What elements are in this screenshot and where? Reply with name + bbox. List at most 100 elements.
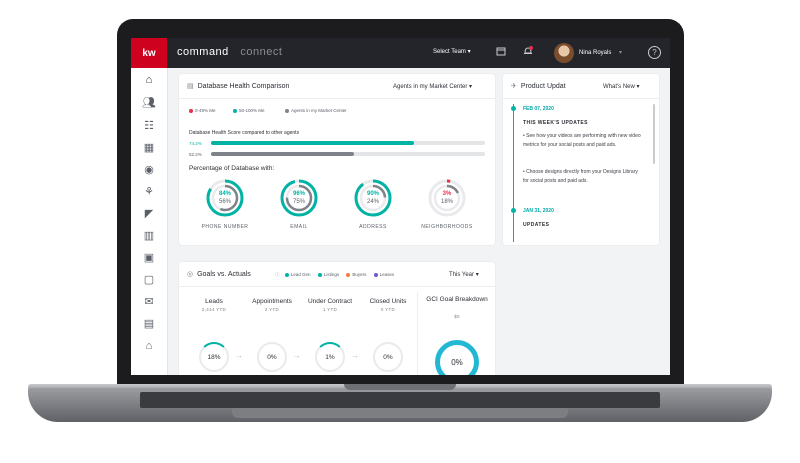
chevron-down-icon: ▾	[469, 84, 473, 90]
database-ring	[205, 178, 245, 218]
goals-title: ◎ Goals vs. Actuals	[187, 270, 251, 278]
gci-ring-pct: 0%	[451, 357, 463, 367]
goal-ring-pct: 0%	[383, 353, 393, 361]
user-name[interactable]: Nina Royals ▾	[579, 49, 622, 56]
ring-others-value: 56%	[218, 199, 231, 205]
goal-ring: 18%	[199, 342, 229, 372]
goal-column-sub: 2 YTD	[264, 307, 280, 312]
ring-label: PHONE NUMBER	[201, 224, 249, 230]
gray-dot-icon	[285, 108, 289, 113]
home-icon[interactable]: ⌂	[141, 72, 157, 88]
goal-ring: 0%	[257, 342, 287, 372]
image-icon[interactable]: ▣	[141, 250, 157, 266]
market-center-dropdown-label: Agents in my Market Center	[393, 84, 468, 90]
update-item-2: • Choose designs directly from your Desi…	[523, 169, 638, 184]
ring-me-value: 84%	[218, 191, 231, 197]
ring-me-value: 90%	[366, 191, 379, 197]
people-icon[interactable]: 👥︎	[141, 95, 157, 111]
teal-dot-icon	[284, 272, 289, 277]
goal-column-head: Leads	[205, 298, 223, 305]
user-avatar[interactable]	[554, 43, 574, 63]
chevron-down-icon: ▾	[619, 50, 623, 56]
gci-title: GCI Goal Breakdown	[426, 296, 488, 303]
agents-score-label: 52.2%	[189, 152, 202, 157]
ring-me-value: 3%	[442, 191, 452, 197]
divider	[179, 98, 495, 99]
calendar-icon[interactable]: ▦	[141, 140, 157, 156]
select-team-dropdown[interactable]: Select Team ▾	[433, 48, 471, 55]
certificate-icon[interactable]: ▤	[141, 316, 157, 332]
goal-column-head: Closed Units	[369, 298, 407, 305]
me-score-bar	[211, 141, 415, 145]
update-item-2-text: Choose designs directly from your Design…	[523, 169, 638, 184]
building-icon: ▤	[187, 83, 194, 90]
goal-column-head: Appointments	[252, 298, 292, 305]
arrow-right-icon: →	[351, 351, 359, 360]
update-item-1: • See how your videos are performing wit…	[523, 133, 641, 148]
legend-agents-label: Agents in my Market Center	[291, 108, 347, 113]
goals-title-text: Goals vs. Actuals	[197, 271, 251, 278]
update-date-2: JAN 31, 2020	[523, 208, 554, 214]
ring-others-value: 18%	[440, 199, 453, 205]
update-item-1-text: See how your videos are performing with …	[523, 133, 641, 148]
laptop-keyboard	[140, 392, 660, 408]
product-updates-card: ✈ Product Updat What's New ▾ FEB 07, 2020…	[503, 74, 659, 245]
handshake-icon[interactable]: ⚘	[141, 184, 157, 200]
database-ring	[353, 178, 393, 218]
legend-high: 50-100% Me	[233, 108, 265, 113]
teal-dot-icon	[233, 108, 237, 113]
database-health-card: ▤ Database Health Comparison Agents in my…	[179, 74, 495, 245]
update-heading-1: THIS WEEK'S UPDATES	[523, 120, 588, 126]
location-icon[interactable]: ◉	[141, 162, 157, 178]
goal-ring-pct: 1%	[325, 353, 335, 361]
brand-connect: connect	[240, 46, 283, 58]
house-dollar-icon[interactable]: ⌂	[141, 338, 157, 354]
year-dropdown-label: This Year	[449, 272, 475, 278]
timeline-dot	[511, 106, 516, 111]
update-date-1: FEB 07, 2020	[523, 106, 554, 112]
database-ring	[279, 178, 319, 218]
goal-column-sub: 0 YTD	[380, 307, 396, 312]
rocket-icon: ✈	[511, 83, 517, 90]
frame-icon[interactable]: ▢	[141, 272, 157, 288]
whats-new-dropdown[interactable]: What's New ▾	[603, 83, 640, 90]
ring-label: NEIGHBORHOODS	[421, 224, 473, 230]
year-dropdown[interactable]: This Year ▾	[449, 271, 479, 278]
goal-column-head: Under Contract	[307, 298, 353, 305]
kw-logo[interactable]: kw	[131, 38, 167, 68]
top-navigation-bar: kw command connect Select Team ▾ Nina Ro…	[131, 38, 670, 68]
product-updates-title-text: Product Updat	[520, 83, 566, 90]
update-heading-2: UPDATES	[523, 222, 550, 228]
bell-icon[interactable]	[522, 46, 534, 58]
megaphone-icon[interactable]: ◤	[141, 206, 157, 222]
notification-dot-icon	[529, 46, 533, 50]
market-center-dropdown[interactable]: Agents in my Market Center ▾	[393, 83, 472, 90]
divider	[503, 98, 659, 99]
goal-column-sub: 1 YTD	[322, 307, 338, 312]
timeline-line	[513, 104, 514, 242]
gci-ring: 0%	[435, 340, 479, 375]
tasks-icon[interactable]: ☷	[141, 118, 157, 134]
divider	[179, 286, 495, 287]
goal-icon: ◎	[187, 271, 194, 278]
scrollbar[interactable]	[653, 104, 655, 164]
database-ring	[427, 178, 467, 218]
bar-chart-icon[interactable]: ▥	[141, 228, 157, 244]
database-health-title: ▤ Database Health Comparison	[187, 82, 289, 90]
help-icon[interactable]: ?	[648, 46, 661, 59]
ring-others-value: 24%	[366, 199, 379, 205]
goals-card: ◎ Goals vs. Actuals ⓘ Lead Gen Listings B…	[179, 262, 495, 375]
ring-label: ADDRESS	[359, 224, 387, 230]
store-icon[interactable]	[495, 46, 507, 58]
goal-ring-pct: 18%	[207, 353, 221, 361]
user-name-label: Nina Royals	[579, 50, 612, 56]
orange-dot-icon	[346, 272, 351, 277]
whats-new-label: What's New	[603, 84, 635, 90]
product-updates-title: ✈ Product Updat	[511, 82, 566, 90]
red-dot-icon	[189, 108, 193, 113]
arrow-right-icon: →	[235, 351, 243, 360]
mail-icon[interactable]: ✉	[141, 294, 157, 310]
goal-ring: 0%	[373, 342, 403, 372]
purple-dot-icon	[373, 272, 378, 277]
database-health-title-text: Database Health Comparison	[197, 83, 290, 90]
